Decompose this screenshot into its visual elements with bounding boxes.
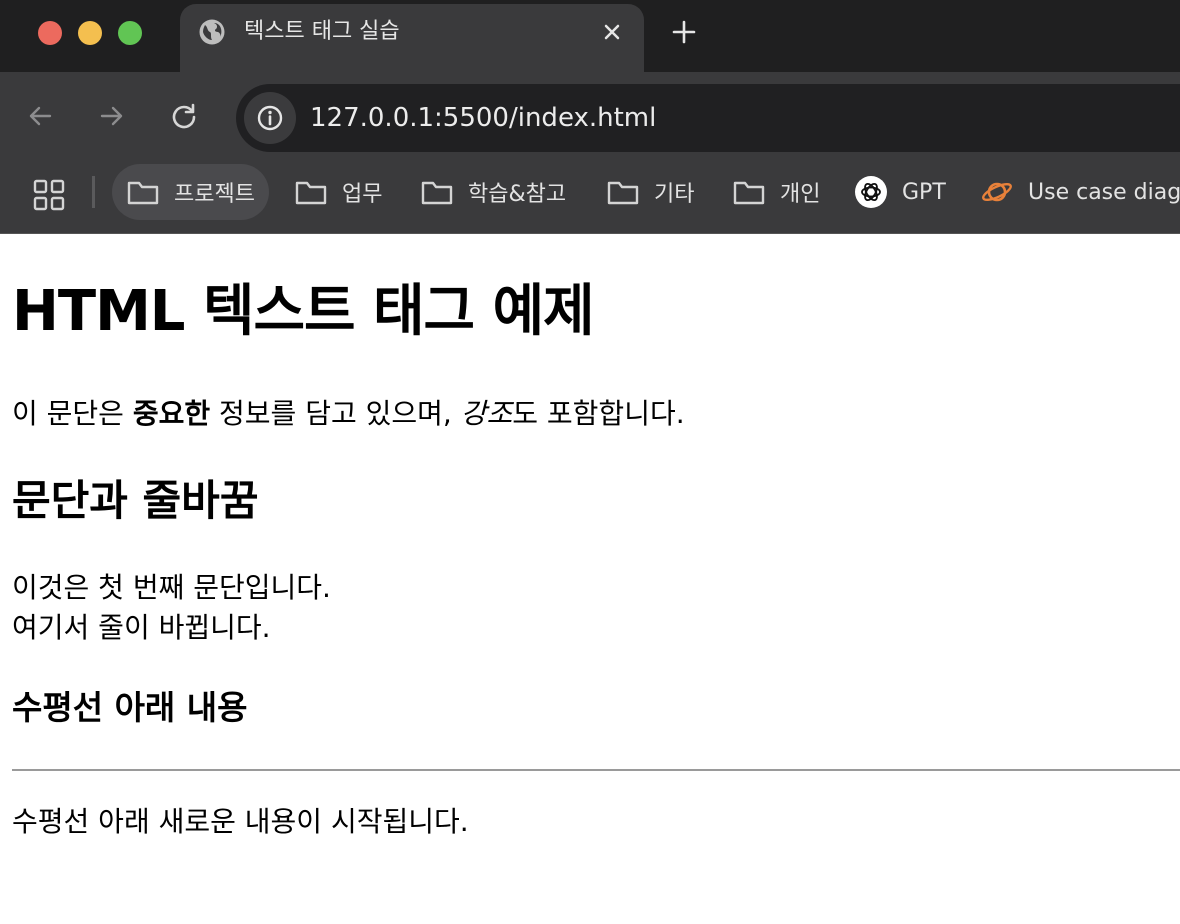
bookmark-label: 기타 — [654, 182, 695, 207]
bookmark-label: 학습&참고 — [468, 182, 567, 207]
new-tab-plus-icon[interactable] — [668, 16, 700, 48]
bookmark-gpt[interactable]: GPT — [854, 164, 946, 220]
bookmark-folder-work[interactable]: 업무 — [294, 164, 382, 220]
site-info-button[interactable] — [244, 92, 296, 144]
minimize-window-button[interactable] — [78, 21, 102, 45]
close-window-button[interactable] — [38, 21, 62, 45]
bookmarks-separator — [92, 176, 95, 208]
paragraph-line: 이것은 첫 번째 문단입니다. — [12, 571, 331, 604]
text-span: 이 문단은 — [12, 397, 133, 430]
section-heading: 문단과 줄바꿈 — [12, 476, 259, 525]
bookmark-folder-projects[interactable]: 프로젝트 — [112, 164, 269, 220]
bookmark-use-case[interactable]: Use case diag — [980, 164, 1180, 220]
emphasis-text: 강조 — [460, 397, 513, 430]
linebreak-paragraph: 이것은 첫 번째 문단입니다. 여기서 줄이 바뀝니다. — [12, 568, 331, 648]
bookmark-label: GPT — [902, 179, 946, 205]
bookmark-folder-study[interactable]: 학습&참고 — [420, 164, 566, 220]
apps-grid-icon[interactable] — [32, 178, 66, 212]
bookmarks-bar: 프로젝트 업무 학습&참고 기타 개인 GPT Use case diag — [0, 164, 1180, 234]
folder-icon — [421, 181, 453, 205]
forward-arrow-icon[interactable] — [96, 100, 128, 132]
folder-icon — [607, 181, 639, 205]
folder-icon — [295, 181, 327, 205]
globe-icon — [199, 19, 225, 45]
tab-title: 텍스트 태그 실습 — [244, 19, 400, 44]
intro-paragraph: 이 문단은 중요한 정보를 담고 있으며, 강조도 포함합니다. — [12, 394, 685, 434]
url-text: 127.0.0.1:5500/index.html — [310, 103, 657, 133]
bookmark-folder-personal[interactable]: 개인 — [732, 164, 820, 220]
paragraph-line: 여기서 줄이 바뀝니다. — [12, 611, 271, 644]
bookmark-label: 개인 — [780, 182, 821, 207]
browser-chrome: 텍스트 태그 실습 127.0.0.1:5500/index.html 프로젝트… — [0, 0, 1180, 234]
close-icon[interactable] — [598, 18, 626, 46]
subsection-heading: 수평선 아래 내용 — [12, 688, 248, 727]
planet-icon — [982, 182, 1012, 202]
toolbar: 127.0.0.1:5500/index.html — [0, 72, 1180, 164]
text-span: 도 포함합니다. — [512, 397, 685, 430]
reload-icon[interactable] — [168, 100, 200, 132]
back-arrow-icon[interactable] — [24, 100, 56, 132]
zoom-window-button[interactable] — [118, 21, 142, 45]
after-rule-paragraph: 수평선 아래 새로운 내용이 시작됩니다. — [12, 805, 469, 838]
bookmark-label: 프로젝트 — [174, 182, 255, 207]
strong-text: 중요한 — [132, 397, 211, 430]
folder-icon — [733, 181, 765, 205]
bookmark-label: 업무 — [342, 182, 383, 207]
address-bar[interactable]: 127.0.0.1:5500/index.html — [236, 84, 1180, 152]
tab-active[interactable]: 텍스트 태그 실습 — [180, 4, 644, 72]
tab-strip: 텍스트 태그 실습 — [0, 0, 1180, 72]
horizontal-rule — [12, 769, 1180, 771]
page-content: HTML 텍스트 태그 예제 이 문단은 중요한 정보를 담고 있으며, 강조도… — [0, 234, 1180, 924]
page-heading: HTML 텍스트 태그 예제 — [12, 279, 595, 344]
bookmark-folder-etc[interactable]: 기타 — [606, 164, 694, 220]
bookmark-label: Use case diag — [1028, 179, 1180, 205]
folder-icon — [127, 181, 159, 205]
openai-icon — [855, 176, 887, 208]
info-icon — [257, 105, 283, 131]
text-span: 정보를 담고 있으며, — [210, 397, 461, 430]
